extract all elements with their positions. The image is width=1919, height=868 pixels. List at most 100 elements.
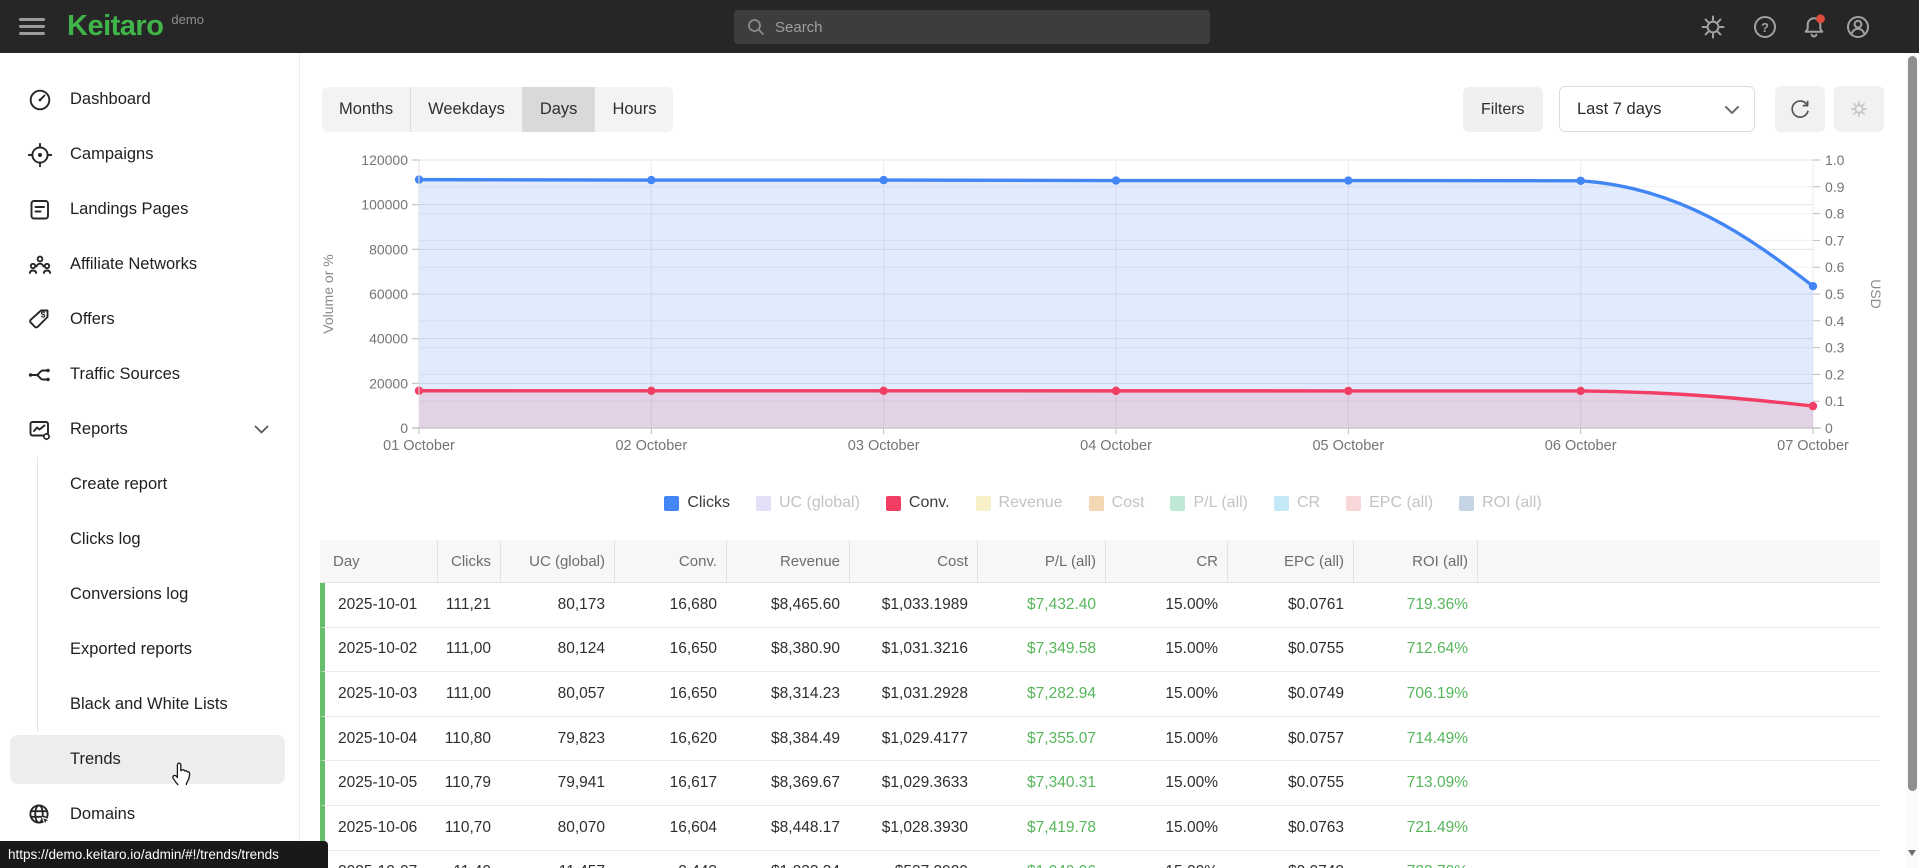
table-row[interactable]: 2025-10-01 111,21 80,173 16,680 $8,465.60 $1,… [320,583,1880,628]
account-icon[interactable] [1845,14,1871,40]
cell-roi-all-: 706.19% [1406,684,1468,702]
svg-text:20000: 20000 [369,375,408,391]
legend-item-cr[interactable]: CR [1274,494,1320,512]
search-input[interactable] [775,18,1175,36]
sidebar-item-landings-pages[interactable]: Landings Pages [0,182,299,237]
column-header-day[interactable]: Day [320,540,437,582]
scrollbar-thumb[interactable] [1908,56,1917,791]
table-row[interactable]: 2025-10-06 110,70 80,070 16,604 $8,448.17 $1,… [320,805,1880,851]
refresh-button[interactable] [1775,86,1825,132]
tab-days[interactable]: Days [521,87,595,132]
column-header-cr[interactable]: CR [1105,540,1227,582]
sidebar-item-offers[interactable]: $ Offers [0,292,299,347]
help-icon[interactable]: ? [1752,14,1778,40]
chart-settings-button[interactable] [1834,86,1884,132]
svg-text:$: $ [41,309,46,319]
legend-item-uc-global-[interactable]: UC (global) [755,494,860,512]
filters-button[interactable]: Filters [1463,87,1543,132]
sidebar-item-clicks-log[interactable]: Clicks log [0,512,299,567]
tab-weekdays[interactable]: Weekdays [410,87,522,132]
legend-item-epc-all-[interactable]: EPC (all) [1346,494,1433,512]
period-tabs: Months Weekdays Days Hours [322,87,674,132]
search-box[interactable] [734,10,1210,44]
svg-text:?: ? [1761,20,1769,35]
cell-day: 2025-10-07 [325,851,437,868]
sidebar-item-create-report[interactable]: Create report [0,457,299,512]
sidebar-item-label: Traffic Sources [70,365,181,383]
sidebar-item-campaigns[interactable]: Campaigns [0,127,299,182]
legend-label: CR [1297,494,1321,511]
trends-chart: 120000 100000 80000 60000 40000 20000 0 1.0 0.9 0… [300,130,1906,470]
svg-text:0.2: 0.2 [1825,366,1845,382]
sidebar-item-traffic-sources[interactable]: Traffic Sources [0,347,299,402]
sidebar-item-affiliate-networks[interactable]: Affiliate Networks [0,237,299,292]
sidebar-item-exported-reports[interactable]: Exported reports [0,622,299,677]
column-header-epc-all-[interactable]: EPC (all) [1227,540,1353,582]
table-row[interactable]: 2025-10-0711,4011,4572,443$1,233.34$537.… [320,850,1880,868]
sidebar-item-domains[interactable]: Domains [0,787,299,842]
sidebar-item-label: Dashboard [70,90,151,108]
table-header-row: Day Clicks UC (global) Conv. Revenue Cost P/L … [320,540,1880,583]
column-header-roi-all-[interactable]: ROI (all) [1353,540,1477,582]
sidebar-item-label: Trends [70,750,121,768]
date-range-select[interactable]: Last 7 days [1559,86,1755,132]
table-row[interactable]: 2025-10-03 111,00 80,057 16,650 $8,314.23 $1,… [320,672,1880,717]
legend-item-revenue[interactable]: Revenue [975,494,1063,512]
legend-swatch [1088,495,1104,511]
table-row[interactable]: 2025-10-02 111,00 80,124 16,650 $8,380.90 $1,… [320,627,1880,673]
notification-dot [1816,14,1825,24]
legend-item-p-l-all-[interactable]: P/L (all) [1170,494,1248,512]
svg-text:0.8: 0.8 [1825,206,1845,222]
column-header-uc-global-[interactable]: UC (global) [500,540,614,582]
cell-day: 2025-10-05 [338,774,418,792]
legend-label: UC (global) [778,494,860,511]
cell-p-l-all-: $7,282.94 [1027,684,1096,702]
column-header-p-l-all-[interactable]: P/L (all) [977,540,1105,582]
page-scrollbar[interactable] [1906,53,1919,868]
cell-conv-: 16,604 [669,818,717,836]
legend-item-clicks[interactable]: Clicks [664,494,730,512]
svg-text:0.3: 0.3 [1825,340,1845,356]
notifications-icon[interactable] [1801,14,1827,40]
column-header-revenue[interactable]: Revenue [726,540,849,582]
legend-item-roi-all-[interactable]: ROI (all) [1459,494,1542,512]
cell-day: 2025-10-01 [338,595,418,613]
cell-revenue: $8,465.60 [771,595,840,613]
brand-logo[interactable]: Keitaro [67,10,164,43]
legend-label: ROI (all) [1482,494,1542,511]
legend-item-cost[interactable]: Cost [1088,494,1144,512]
column-header-cost[interactable]: Cost [849,540,977,582]
sidebar-item-trends[interactable]: Trends [0,732,299,787]
cell-uc-global-: 79,823 [557,729,605,747]
cell-cr: 15.00% [1165,595,1218,613]
domains-icon [29,803,51,826]
table-row[interactable]: 2025-10-04 110,80 79,823 16,620 $8,384.49 $1,… [320,716,1880,762]
cell-p-l-all-: $7,340.31 [1027,774,1096,792]
column-header-conv-[interactable]: Conv. [614,540,726,582]
scrollbar-down-arrow[interactable] [1908,850,1916,856]
cell-conv-: 16,620 [669,729,717,747]
legend-item-conv-[interactable]: Conv. [885,494,950,512]
chevron-down-icon [1725,106,1739,114]
legend-swatch [755,495,771,511]
svg-text:02 October: 02 October [615,438,687,454]
column-header-clicks[interactable]: Clicks [437,540,500,582]
settings-icon[interactable] [1700,14,1726,40]
cell-p-l-all-: $7,349.58 [1027,640,1096,658]
cell-revenue: $1,233.34 [726,851,849,868]
tab-months[interactable]: Months [322,87,410,132]
sidebar-item-black-and-white-lists[interactable]: Black and White Lists [0,677,299,732]
legend-label: Conv. [908,494,950,511]
sidebar-item-conversions-log[interactable]: Conversions log [0,567,299,622]
sidebar-item-reports[interactable]: Reports [0,402,299,457]
cell-cr: 15.00% [1165,729,1218,747]
sidebar-item-dashboard[interactable]: Dashboard [0,72,299,127]
svg-text:40000: 40000 [369,331,408,347]
sidebar-item-label: Black and White Lists [70,695,228,713]
sidebar-item-label: Offers [70,310,115,328]
table-row[interactable]: 2025-10-05 110,79 79,941 16,617 $8,369.67 $1,… [320,761,1880,806]
menu-icon[interactable] [19,18,45,35]
cell-roi-all-: 722.70% [1353,851,1477,868]
svg-text:04 October: 04 October [1080,438,1152,454]
tab-hours[interactable]: Hours [594,87,673,132]
